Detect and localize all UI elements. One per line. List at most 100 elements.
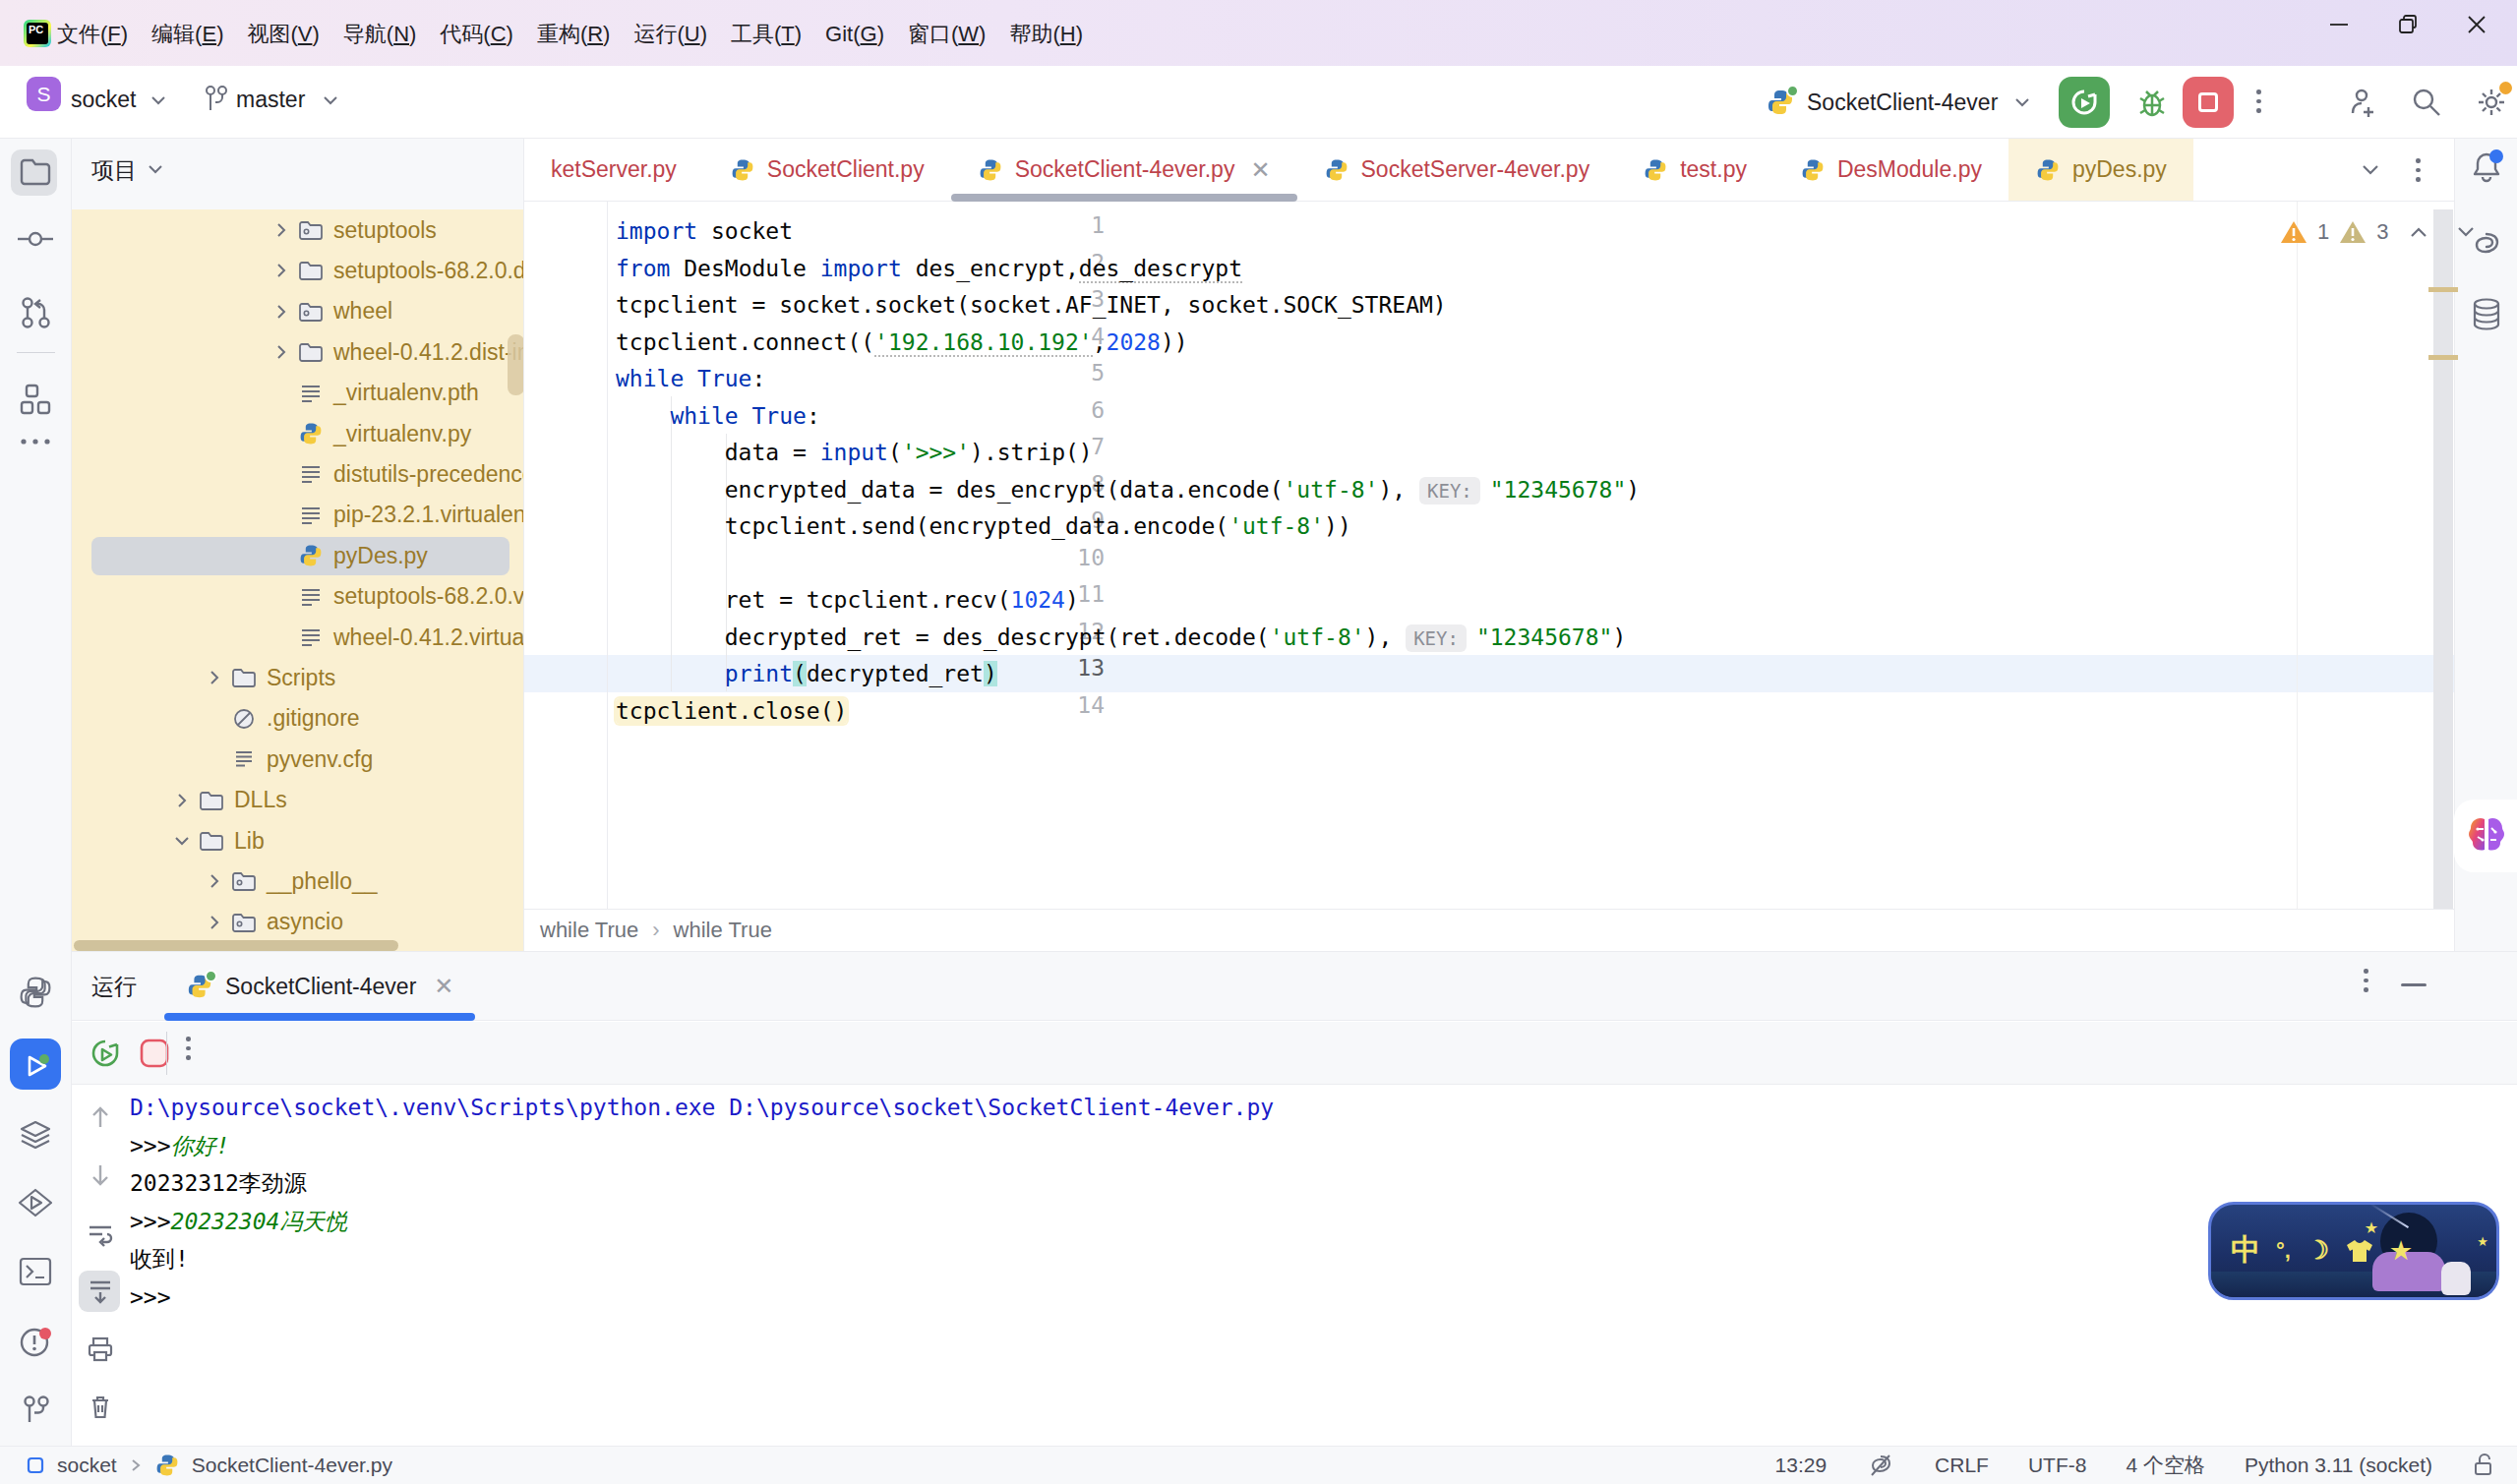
chevron-icon[interactable] (267, 341, 296, 363)
menu-7[interactable]: 工具(T) (731, 20, 802, 49)
menu-2[interactable]: 视图(V) (247, 20, 319, 49)
chevron-icon[interactable] (267, 260, 296, 281)
console-options-button[interactable] (186, 1037, 191, 1060)
ime-star-icon[interactable]: ★ (2390, 1237, 2412, 1265)
commit-tool-icon[interactable] (18, 222, 53, 256)
menu-5[interactable]: 重构(R) (537, 20, 611, 49)
chevron-icon[interactable] (267, 219, 296, 241)
breadcrumb-item[interactable]: while True (540, 918, 638, 943)
tab-list-chevron-icon[interactable] (2359, 162, 2382, 178)
status-line-col[interactable]: 13:29 (1775, 1454, 1828, 1477)
tree-item-_virtualenv.pth[interactable]: _virtualenv.pth (72, 373, 523, 413)
tree-item-Lib[interactable]: Lib (72, 821, 523, 861)
structure-tool-icon[interactable] (19, 383, 52, 416)
debug-button[interactable] (2134, 85, 2170, 120)
tree-item-distutils-precedence.pth[interactable]: distutils-precedence.pth (72, 454, 523, 495)
scroll-down-icon[interactable] (86, 1160, 115, 1190)
editor-scrollbar[interactable] (2433, 209, 2453, 927)
editor-tab-SocketServer-4ever.py[interactable]: SocketServer-4ever.py (1297, 139, 1617, 201)
status-indent[interactable]: 4 个空格 (2126, 1452, 2205, 1479)
editor-tab-SocketClient.py[interactable]: SocketClient.py (703, 139, 951, 201)
menu-6[interactable]: 运行(U) (633, 20, 707, 49)
clear-console-icon[interactable] (86, 1393, 115, 1422)
editor-tab-test.py[interactable]: test.py (1616, 139, 1773, 201)
tree-item-pyvenv.cfg[interactable]: pyvenv.cfg (72, 740, 523, 780)
chevron-icon[interactable] (200, 870, 229, 892)
code-editor[interactable]: 1import socket2from DesModule import des… (524, 202, 2454, 909)
scroll-to-end-icon[interactable] (86, 1276, 115, 1306)
ime-punctuation-icon[interactable]: °, (2276, 1238, 2291, 1264)
tree-item-DLLs[interactable]: DLLs (72, 780, 523, 820)
editor-tab-pyDes.py[interactable]: pyDes.py (2008, 139, 2193, 201)
ime-skin-icon[interactable] (2345, 1238, 2374, 1264)
status-interpreter[interactable]: Python 3.11 (socket) (2245, 1454, 2432, 1477)
scroll-up-icon[interactable] (86, 1102, 115, 1132)
run-tool-icon[interactable] (18, 1048, 53, 1084)
rerun-icon[interactable] (88, 1036, 123, 1071)
next-warning-icon[interactable] (2454, 224, 2478, 240)
unlocked-icon[interactable] (2472, 1452, 2497, 1479)
tree-item-wheel-0.41.2.virtualenv[interactable]: wheel-0.41.2.virtualenv (72, 618, 523, 658)
more-tools-icon[interactable] (19, 436, 52, 447)
menu-8[interactable]: Git(G) (825, 22, 884, 47)
notifications-bell-icon[interactable] (2468, 148, 2505, 186)
status-project[interactable]: socket (57, 1454, 117, 1477)
status-line-separator[interactable]: CRLF (1935, 1454, 1989, 1477)
run-configuration-selector[interactable]: SocketClient-4ever (1766, 66, 2033, 139)
project-tool-icon[interactable] (19, 156, 52, 188)
tree-item-wheel-0.41.2.dist-info[interactable]: wheel-0.41.2.dist-info (72, 332, 523, 373)
close-icon[interactable]: ✕ (1250, 156, 1270, 184)
search-icon[interactable] (2410, 86, 2443, 119)
tree-item-__phello__[interactable]: __phello__ (72, 861, 523, 902)
tree-item-wheel[interactable]: wheel (72, 291, 523, 331)
tree-item-_virtualenv.py[interactable]: _virtualenv.py (72, 414, 523, 454)
chevron-icon[interactable] (267, 301, 296, 323)
pull-requests-tool-icon[interactable] (18, 294, 53, 331)
ai-assistant-floating-button[interactable] (2454, 800, 2517, 872)
tree-item-setuptools-68.2.0.virtualenv[interactable]: setuptools-68.2.0.virtualenv (72, 576, 523, 617)
branch-selector[interactable]: master (236, 87, 305, 113)
project-panel-header[interactable]: 项目 (72, 139, 523, 202)
prev-warning-icon[interactable] (2407, 224, 2430, 240)
ime-mode-indicator[interactable]: 中 (2231, 1230, 2260, 1271)
breadcrumb-item[interactable]: while True (674, 918, 772, 943)
console-output[interactable]: D:\pysource\socket\.venv\Scripts\python.… (130, 1085, 2517, 1447)
print-icon[interactable] (86, 1335, 115, 1364)
close-icon[interactable]: ✕ (434, 973, 453, 1000)
project-selector[interactable]: socket (71, 87, 136, 113)
ime-moon-icon[interactable]: ☽ (2307, 1235, 2329, 1266)
soft-wrap-icon[interactable] (86, 1218, 115, 1248)
chevron-icon[interactable] (167, 790, 197, 811)
status-encoding[interactable]: UTF-8 (2028, 1454, 2087, 1477)
menu-0[interactable]: 文件(F) (57, 20, 128, 49)
settings-gear-icon[interactable] (2475, 86, 2508, 119)
terminal-tool-icon[interactable] (18, 1255, 53, 1288)
tree-item-.gitignore[interactable]: .gitignore (72, 698, 523, 739)
status-file[interactable]: SocketClient-4ever.py (192, 1454, 392, 1477)
tree-item-pyDes.py[interactable]: pyDes.py (72, 536, 523, 576)
run-options-button[interactable] (2364, 969, 2368, 992)
services-tool-icon[interactable] (18, 1117, 53, 1151)
rerun-button[interactable] (2059, 77, 2110, 128)
tree-item-setuptools[interactable]: setuptools (72, 210, 523, 251)
maximize-button[interactable] (2395, 12, 2421, 37)
editor-tab-DesModule.py[interactable]: DesModule.py (1773, 139, 2008, 201)
run-tab[interactable]: SocketClient-4ever ✕ (164, 952, 475, 1021)
input-method-banner[interactable]: ★ ★ 中 °, ☽ ★ (2208, 1202, 2499, 1300)
stop-button[interactable] (2183, 77, 2234, 128)
version-control-tool-icon[interactable] (19, 1393, 52, 1428)
run-anything-tool-icon[interactable] (17, 1186, 54, 1219)
menu-10[interactable]: 帮助(H) (1009, 20, 1083, 49)
close-button[interactable] (2464, 12, 2489, 37)
editor-tab-SocketClient-4ever.py[interactable]: SocketClient-4ever.py✕ (951, 139, 1297, 201)
menu-9[interactable]: 窗口(W) (908, 20, 986, 49)
minimize-button[interactable] (2326, 12, 2352, 37)
chevron-icon[interactable] (200, 667, 229, 688)
tree-horizontal-scrollbar[interactable] (74, 940, 398, 951)
menu-3[interactable]: 导航(N) (343, 20, 417, 49)
tree-item-pip-23.2.1.virtualenv[interactable]: pip-23.2.1.virtualenv (72, 495, 523, 535)
tree-item-setuptools-68.2.0.dist-info[interactable]: setuptools-68.2.0.dist-info (72, 251, 523, 291)
menu-4[interactable]: 代码(C) (440, 20, 513, 49)
python-console-tool-icon[interactable] (18, 975, 53, 1010)
more-actions-button[interactable] (2256, 89, 2261, 113)
